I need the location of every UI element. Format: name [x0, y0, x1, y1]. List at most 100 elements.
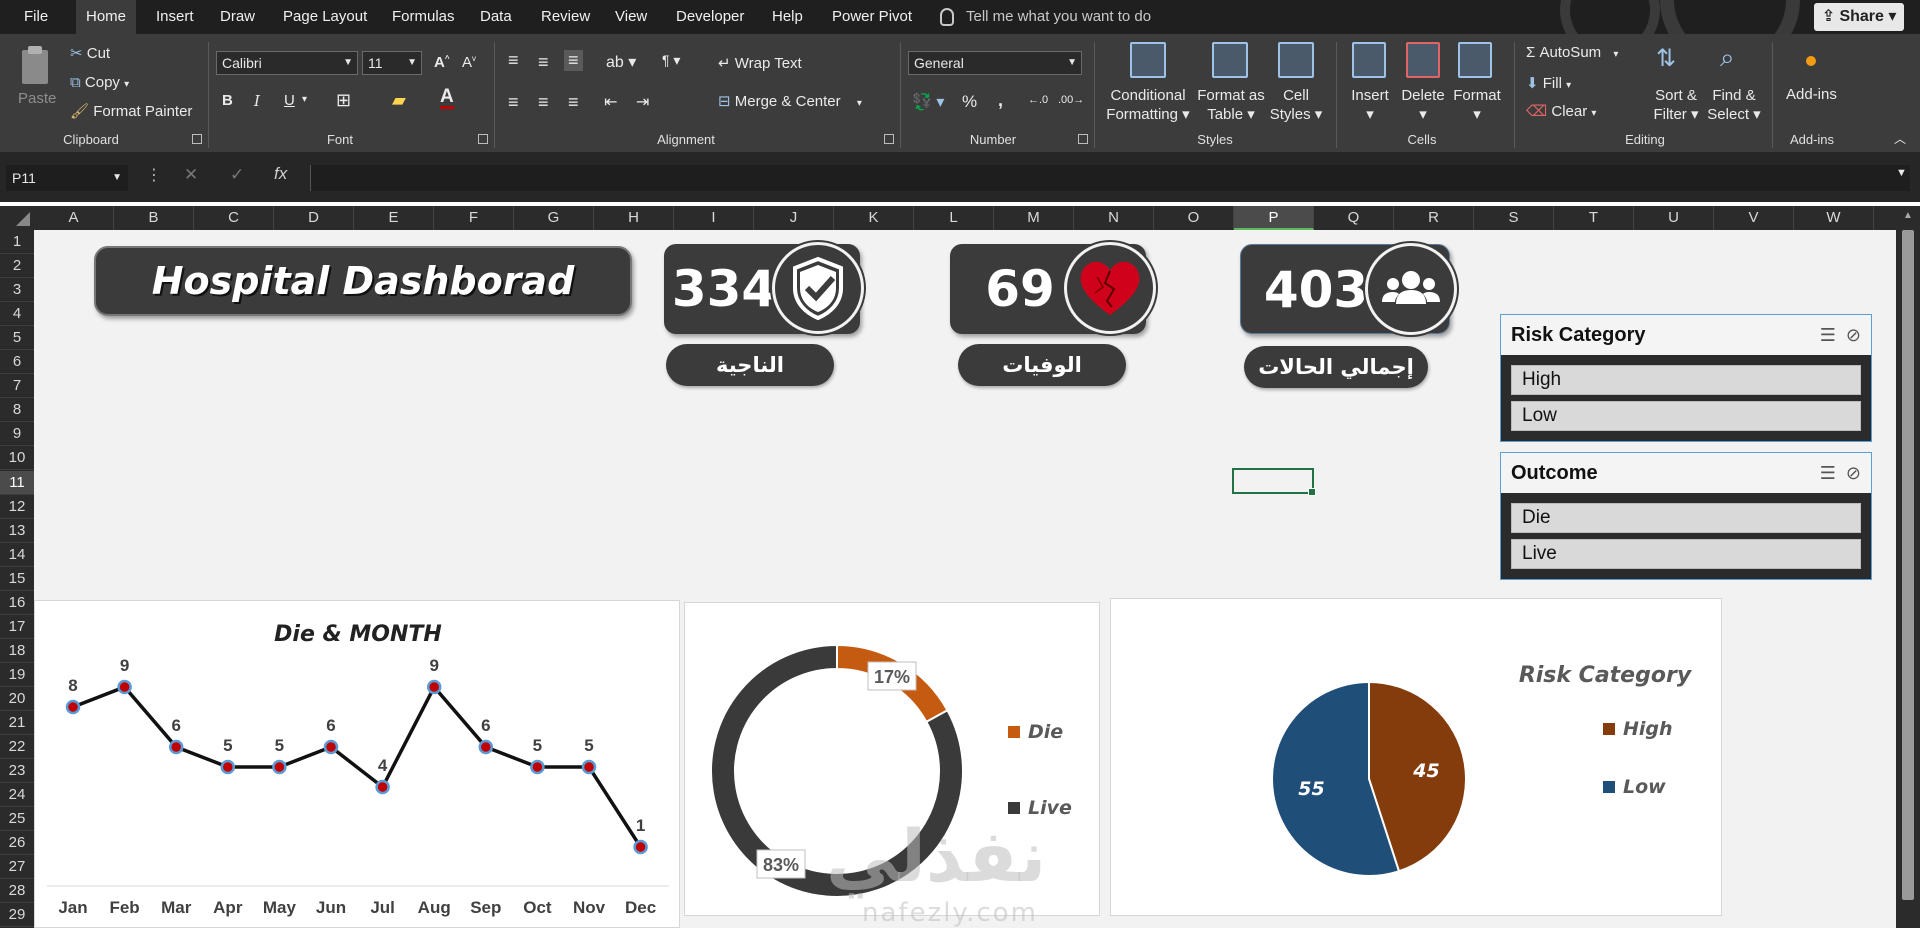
row-header-16[interactable]: 16 [0, 591, 34, 615]
column-header-g[interactable]: G [514, 206, 594, 230]
tab-draw[interactable]: Draw [210, 0, 265, 34]
clear-filter-icon[interactable]: ⊘ [1846, 463, 1861, 483]
conditional-formatting-button[interactable]: Conditional Formatting ▾ [1106, 86, 1190, 124]
column-header-e[interactable]: E [354, 206, 434, 230]
expand-formula-icon[interactable]: ▼ [1896, 167, 1907, 179]
bold-button[interactable]: B [222, 92, 233, 109]
percent-button[interactable]: % [962, 92, 977, 112]
font-name-select[interactable]: Calibri ▼ [216, 51, 358, 75]
decrease-decimal-icon[interactable]: .00→ [1058, 94, 1084, 106]
row-header-6[interactable]: 6 [0, 350, 34, 375]
confirm-entry-button[interactable]: ✓ [230, 165, 244, 185]
row-header-2[interactable]: 2 [0, 254, 34, 279]
number-launcher-icon[interactable] [1078, 134, 1088, 144]
increase-indent-icon[interactable]: ⇥ [636, 92, 649, 112]
row-header-22[interactable]: 22 [0, 735, 34, 760]
vertical-scrollbar[interactable]: ▲ [1896, 206, 1920, 928]
row-header-12[interactable]: 12 [0, 495, 34, 519]
column-header-s[interactable]: S [1474, 206, 1554, 230]
column-header-p[interactable]: P [1234, 206, 1314, 230]
row-header-26[interactable]: 26 [0, 831, 34, 856]
row-header-5[interactable]: 5 [0, 326, 34, 351]
decrease-indent-icon[interactable]: ⇤ [604, 92, 617, 112]
select-all-corner[interactable] [0, 206, 34, 230]
row-header-28[interactable]: 28 [0, 879, 34, 904]
collapse-ribbon-icon[interactable]: ︿ [1894, 130, 1906, 147]
increase-decimal-icon[interactable]: ←.0 [1028, 94, 1048, 106]
column-header-l[interactable]: L [914, 206, 994, 230]
tab-power-pivot[interactable]: Power Pivot [822, 0, 922, 34]
decrease-font-icon[interactable]: Av [462, 54, 476, 71]
tell-me-box[interactable]: Tell me what you want to do [940, 0, 1151, 34]
column-header-b[interactable]: B [114, 206, 194, 230]
row-header-9[interactable]: 9 [0, 422, 34, 447]
autosum-button[interactable]: Σ AutoSum ▾ [1526, 44, 1618, 61]
column-header-q[interactable]: Q [1314, 206, 1394, 230]
row-header-17[interactable]: 17 [0, 615, 34, 639]
risk-category-pie-chart[interactable]: 45 55 Risk Category High Low [1110, 598, 1722, 916]
row-header-23[interactable]: 23 [0, 759, 34, 784]
align-top-icon[interactable]: ≡ [508, 50, 519, 71]
row-header-11[interactable]: 11 [0, 470, 34, 495]
clear-filter-icon[interactable]: ⊘ [1846, 325, 1861, 345]
column-header-i[interactable]: I [674, 206, 754, 230]
merge-center-button[interactable]: ⊟ Merge & Center ▾ [718, 92, 862, 110]
more-options-icon[interactable]: ⋮ [146, 165, 162, 185]
italic-button[interactable]: I [254, 92, 260, 110]
row-header-20[interactable]: 20 [0, 687, 34, 711]
fill-color-icon[interactable]: ▰ [392, 90, 406, 111]
worksheet[interactable]: Hospital Dashborad 334 الناجية 69 الوفيا… [34, 230, 1896, 928]
find-select-button[interactable]: Find & Select ▾ [1706, 86, 1762, 124]
row-header-21[interactable]: 21 [0, 711, 34, 736]
row-header-7[interactable]: 7 [0, 374, 34, 399]
insert-button[interactable]: Insert ▾ [1348, 86, 1392, 124]
scroll-thumb[interactable] [1902, 230, 1914, 900]
slicer-item-live[interactable]: Live [1511, 539, 1861, 569]
row-header-14[interactable]: 14 [0, 543, 34, 567]
row-header-1[interactable]: 1 [0, 230, 34, 255]
column-header-r[interactable]: R [1394, 206, 1474, 230]
clipboard-launcher-icon[interactable] [192, 134, 202, 144]
cell-styles-button[interactable]: Cell Styles ▾ [1266, 86, 1326, 124]
tab-view[interactable]: View [605, 0, 657, 34]
column-header-w[interactable]: W [1794, 206, 1874, 230]
chevron-down-icon[interactable]: ▾ [302, 94, 307, 105]
column-header-t[interactable]: T [1554, 206, 1634, 230]
column-header-h[interactable]: H [594, 206, 674, 230]
tab-review[interactable]: Review [531, 0, 600, 34]
row-header-8[interactable]: 8 [0, 398, 34, 423]
name-box[interactable]: P11 ▼ [6, 165, 128, 191]
font-color-icon[interactable]: A [440, 87, 454, 109]
increase-font-icon[interactable]: A^ [434, 54, 450, 71]
cancel-entry-button[interactable]: ✕ [184, 165, 198, 185]
column-header-f[interactable]: F [434, 206, 514, 230]
cut-button[interactable]: ✂ Cut [70, 44, 110, 62]
column-header-a[interactable]: A [34, 206, 114, 230]
share-button[interactable]: ⇪ Share ▾ [1814, 3, 1904, 31]
column-header-j[interactable]: J [754, 206, 834, 230]
copy-button[interactable]: ⧉ Copy ▾ [70, 74, 129, 91]
format-painter-button[interactable]: 🖌 Format Painter [70, 102, 192, 120]
column-header-o[interactable]: O [1154, 206, 1234, 230]
column-header-d[interactable]: D [274, 206, 354, 230]
row-header-3[interactable]: 3 [0, 278, 34, 303]
formula-input[interactable] [310, 165, 1910, 191]
row-header-4[interactable]: 4 [0, 302, 34, 327]
row-header-19[interactable]: 19 [0, 663, 34, 687]
row-header-13[interactable]: 13 [0, 519, 34, 543]
orientation-icon[interactable]: ab ▾ [606, 52, 636, 72]
align-middle-icon[interactable]: ≡ [538, 52, 549, 73]
tab-developer[interactable]: Developer [666, 0, 754, 34]
column-header-v[interactable]: V [1714, 206, 1794, 230]
align-right-icon[interactable]: ≡ [568, 92, 579, 113]
align-bottom-icon[interactable]: ≡ [564, 50, 583, 71]
active-cell-p11[interactable] [1232, 468, 1316, 496]
text-direction-icon[interactable]: ¶ ▾ [662, 52, 680, 69]
slicer-item-die[interactable]: Die [1511, 503, 1861, 533]
column-header-c[interactable]: C [194, 206, 274, 230]
number-format-select[interactable]: General ▼ [908, 51, 1082, 75]
tab-file[interactable]: File [14, 0, 58, 34]
delete-button[interactable]: Delete ▾ [1400, 86, 1446, 124]
column-header-n[interactable]: N [1074, 206, 1154, 230]
insert-function-button[interactable]: fx [274, 164, 287, 184]
